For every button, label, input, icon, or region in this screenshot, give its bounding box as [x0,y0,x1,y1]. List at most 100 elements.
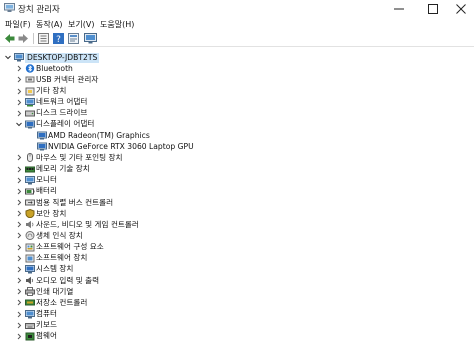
tree-item-label[interactable]: 생체 인식 장치 [36,231,83,241]
expand-chevron-icon[interactable] [15,309,23,320]
expand-chevron-icon[interactable] [15,86,23,97]
tree-category-item[interactable]: 배터리 [0,186,474,197]
tree-item-label[interactable]: 인쇄 대기열 [36,287,73,297]
tree-child-item[interactable]: NVIDIA GeForce RTX 3060 Laptop GPU [0,141,474,152]
tree-item-label[interactable]: 네트워크 어댑터 [36,97,87,107]
expand-chevron-icon[interactable] [15,253,23,264]
tree-category-item[interactable]: USB 커넥터 관리자 [0,74,474,85]
close-icon [456,3,466,14]
tree-root-label[interactable]: DESKTOP-JDBT2TS [25,52,100,63]
tree-item-label[interactable]: 소프트웨어 장치 [36,253,87,263]
help-icon[interactable]: ? [52,32,65,45]
tree-item-label[interactable]: 소프트웨어 구성 요소 [36,242,104,252]
tree-category-item[interactable]: Bluetooth [0,63,474,74]
tree-item-label[interactable]: 디스크 드라이브 [36,108,87,118]
print-queue-icon [25,287,35,297]
tree-category-item[interactable]: 마우스 및 기타 포인팅 장치 [0,152,474,163]
tree-item-label[interactable]: 배터리 [36,186,57,196]
expand-chevron-icon[interactable] [15,230,23,241]
collapse-chevron-icon[interactable] [4,52,12,63]
expand-chevron-icon[interactable] [15,186,23,197]
forward-arrow-icon[interactable] [17,32,30,45]
tree-category-item[interactable]: 컴퓨터 [0,309,474,320]
tree-item-label[interactable]: USB 커넥터 관리자 [36,75,98,85]
tree-item-label[interactable]: 키보드 [36,320,57,330]
expand-chevron-icon[interactable] [15,242,23,253]
tree-category-item[interactable]: 보안 장치 [0,208,474,219]
tree-category-item[interactable]: 소프트웨어 장치 [0,253,474,264]
display-adapter-icon [25,120,35,129]
tree-item-label[interactable]: 저장소 컨트롤러 [36,298,87,308]
menu-view[interactable]: 보기(V) [68,19,94,30]
tree-category-item[interactable]: 사운드, 비디오 및 게임 컨트롤러 [0,219,474,230]
expand-chevron-icon[interactable] [15,197,23,208]
tree-item-label[interactable]: 시스템 장치 [36,264,73,274]
tree-category-item[interactable]: 메모리 기술 장치 [0,164,474,175]
expand-chevron-icon[interactable] [15,164,23,175]
expand-chevron-icon[interactable] [15,175,23,186]
tree-item-label[interactable]: 범용 직렬 버스 컨트롤러 [36,198,113,208]
back-arrow-icon[interactable] [3,32,16,45]
tree-category-item[interactable]: 모니터 [0,175,474,186]
expand-chevron-icon[interactable] [15,63,23,74]
tree-item-label[interactable]: 펌웨어 [36,331,57,341]
properties-icon[interactable] [37,32,50,45]
tree-root-row[interactable]: DESKTOP-JDBT2TS [0,52,474,63]
tree-item-label[interactable]: 마우스 및 기타 포인팅 장치 [36,153,123,163]
device-details-icon[interactable] [67,32,80,45]
expand-chevron-icon[interactable] [15,74,23,85]
tree-category-item[interactable]: 오디오 입력 및 출력 [0,275,474,286]
toolbar-separator [33,33,34,44]
audio-io-icon [26,276,34,285]
expand-chevron-icon[interactable] [15,264,23,275]
tree-item-label[interactable]: 보안 장치 [36,209,66,219]
expand-chevron-icon[interactable] [15,152,23,163]
menu-help[interactable]: 도움말(H) [100,19,134,30]
expand-chevron-icon[interactable] [15,320,23,331]
tree-category-item[interactable]: 인쇄 대기열 [0,286,474,297]
tree-category-item[interactable]: 저장소 컨트롤러 [0,297,474,308]
tree-item-label[interactable]: 모니터 [36,175,57,185]
tree-item-label[interactable]: 기타 장치 [36,86,66,96]
expand-chevron-icon[interactable] [15,286,23,297]
tree-category-item[interactable]: 디스크 드라이브 [0,108,474,119]
tree-item-label[interactable]: 컴퓨터 [36,309,57,319]
tree-category-item[interactable]: 기타 장치 [0,86,474,97]
expand-chevron-icon[interactable] [15,275,23,286]
tree-item-label[interactable]: 사운드, 비디오 및 게임 컨트롤러 [36,220,139,230]
device-tree[interactable]: DESKTOP-JDBT2TS Bluetooth USB 커넥터 관리자 기타 장… [0,48,474,347]
tree-item-label[interactable]: 메모리 기술 장치 [36,164,90,174]
tree-category-item[interactable]: 키보드 [0,320,474,331]
expand-chevron-icon[interactable] [15,331,23,342]
close-button[interactable] [446,0,474,17]
tree-item-label[interactable]: 오디오 입력 및 출력 [36,276,99,286]
minimize-button[interactable] [384,0,414,17]
maximize-button[interactable] [418,0,448,17]
tree-category-item[interactable]: 디스플레이 어댑터 [0,119,474,130]
system-device-icon [25,264,35,274]
usb-connector-icon [25,76,35,83]
menu-file[interactable]: 파일(F) [5,19,31,30]
menu-action[interactable]: 동작(A) [36,19,62,30]
expand-chevron-icon[interactable] [15,219,23,230]
expand-chevron-icon[interactable] [15,97,23,108]
vertical-scrollbar[interactable] [469,48,474,347]
firmware-icon [25,332,35,341]
tree-item-label[interactable]: AMD Radeon(TM) Graphics [48,131,150,141]
collapse-chevron-icon[interactable] [15,119,23,130]
tree-item-label[interactable]: Bluetooth [36,64,73,74]
tree-item-label[interactable]: 디스플레이 어댑터 [36,119,94,129]
tree-category-item[interactable]: 소프트웨어 구성 요소 [0,242,474,253]
sound-icon [26,221,34,229]
expand-chevron-icon[interactable] [15,108,23,119]
tree-category-item[interactable]: 범용 직렬 버스 컨트롤러 [0,197,474,208]
expand-chevron-icon[interactable] [15,297,23,308]
expand-chevron-icon[interactable] [15,208,23,219]
tree-item-label[interactable]: NVIDIA GeForce RTX 3060 Laptop GPU [48,142,194,152]
tree-category-item[interactable]: 시스템 장치 [0,264,474,275]
tree-category-item[interactable]: 네트워크 어댑터 [0,97,474,108]
tree-child-item[interactable]: AMD Radeon(TM) Graphics [0,130,474,141]
tree-category-item[interactable]: 펌웨어 [0,331,474,342]
scan-hardware-monitor-icon[interactable] [84,32,97,45]
tree-category-item[interactable]: 생체 인식 장치 [0,230,474,241]
